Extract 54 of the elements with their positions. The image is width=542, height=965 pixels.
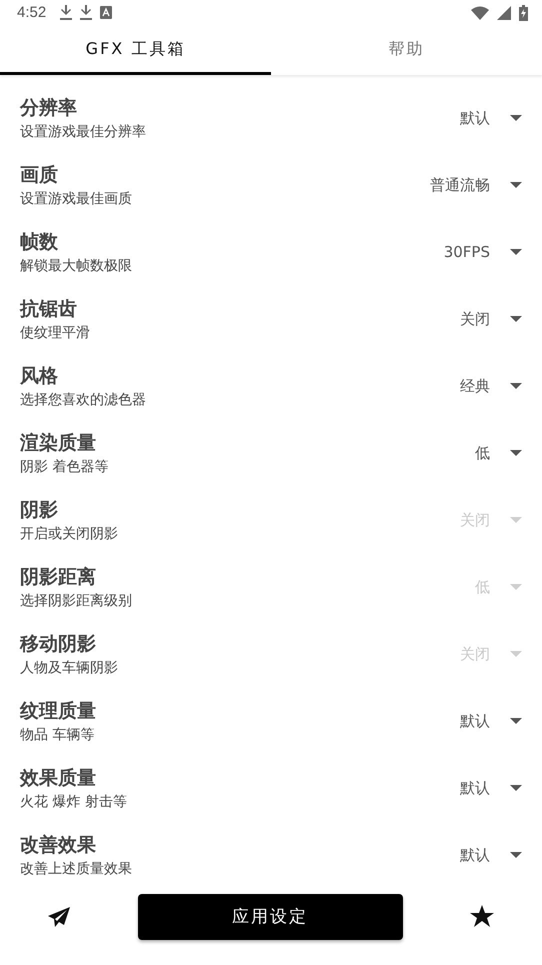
setting-description: 使纹理平滑 bbox=[20, 324, 90, 342]
dropdown-value[interactable]: 经典 bbox=[460, 376, 490, 396]
setting-description: 物品 车辆等 bbox=[20, 726, 94, 744]
setting-description: 改善上述质量效果 bbox=[20, 860, 132, 878]
battery-icon bbox=[519, 4, 528, 21]
setting-title: 抗锯齿 bbox=[20, 297, 77, 322]
download-icon bbox=[60, 5, 72, 20]
dropdown-caret-icon[interactable] bbox=[510, 316, 522, 322]
setting-title: 改善效果 bbox=[20, 833, 96, 858]
dropdown-value[interactable]: 默认 bbox=[460, 108, 490, 128]
dropdown-value[interactable]: 默认 bbox=[460, 712, 490, 731]
dropdown-caret-icon[interactable] bbox=[510, 852, 522, 858]
setting-description: 开启或关闭阴影 bbox=[20, 525, 118, 544]
star-icon[interactable] bbox=[470, 905, 494, 928]
dropdown-value[interactable]: 30FPS bbox=[444, 243, 490, 262]
setting-description: 设置游戏最佳分辨率 bbox=[20, 123, 146, 142]
setting-title: 阴影 bbox=[20, 498, 58, 524]
signal-icon bbox=[497, 6, 511, 20]
dropdown-caret-icon[interactable] bbox=[510, 785, 522, 792]
setting-title: 渲染质量 bbox=[20, 431, 96, 456]
download-icon bbox=[80, 5, 92, 20]
setting-title: 帧数 bbox=[20, 230, 58, 256]
dropdown-caret-icon[interactable] bbox=[510, 182, 522, 188]
setting-description: 阴影 着色器等 bbox=[20, 458, 108, 476]
keyboard-icon bbox=[100, 6, 112, 20]
wifi-icon bbox=[471, 6, 489, 20]
tab[interactable]: GFX 工具箱 bbox=[0, 26, 271, 75]
setting-title: 画质 bbox=[20, 163, 58, 188]
dropdown-value[interactable]: 关闭 bbox=[460, 310, 490, 329]
setting-description: 选择您喜欢的滤色器 bbox=[20, 391, 146, 410]
dropdown-caret-icon[interactable] bbox=[510, 249, 522, 256]
setting-title: 效果质量 bbox=[20, 766, 96, 792]
setting-title: 纹理质量 bbox=[20, 699, 96, 724]
setting-description: 选择阴影距离级别 bbox=[20, 592, 132, 610]
tab[interactable]: 帮助 bbox=[271, 26, 542, 75]
dropdown-value[interactable]: 普通流畅 bbox=[430, 176, 490, 195]
dropdown-value[interactable]: 低 bbox=[475, 444, 490, 463]
status-time: 4:52 bbox=[17, 4, 46, 22]
dropdown-value[interactable]: 默认 bbox=[460, 846, 490, 865]
setting-description: 人物及车辆阴影 bbox=[20, 659, 118, 678]
dropdown-caret-icon[interactable] bbox=[510, 718, 522, 724]
send-icon[interactable] bbox=[48, 906, 70, 927]
dropdown-caret-icon[interactable] bbox=[510, 383, 522, 390]
setting-title: 移动阴影 bbox=[20, 632, 96, 658]
dropdown-caret-icon[interactable] bbox=[510, 115, 522, 122]
setting-description: 解锁最大帧数极限 bbox=[20, 257, 132, 276]
setting-title: 分辨率 bbox=[20, 96, 77, 122]
setting-title: 阴影距离 bbox=[20, 565, 96, 590]
setting-title: 风格 bbox=[20, 364, 58, 390]
dropdown-caret-icon[interactable] bbox=[510, 450, 522, 456]
setting-description: 火花 爆炸 射击等 bbox=[20, 793, 127, 812]
apply-button[interactable]: 应用设定 bbox=[138, 894, 402, 940]
dropdown-value[interactable]: 默认 bbox=[460, 778, 490, 798]
setting-description: 设置游戏最佳画质 bbox=[20, 190, 132, 208]
